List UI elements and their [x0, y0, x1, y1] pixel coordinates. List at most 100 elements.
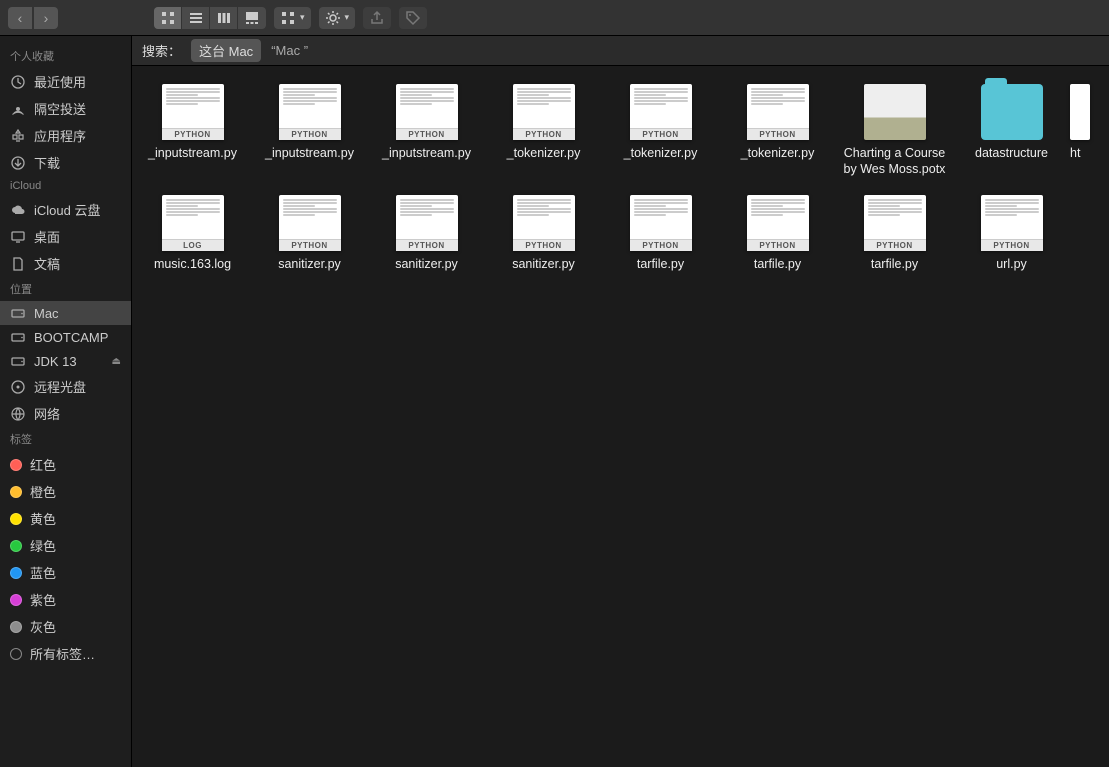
- list-icon: [188, 10, 204, 26]
- file-item[interactable]: PYTHON_inputstream.py: [251, 80, 368, 181]
- sidebar-item-label: 所有标签…: [30, 644, 95, 663]
- airdrop-icon: [10, 101, 26, 117]
- sidebar-item-label: 橙色: [30, 482, 56, 501]
- sidebar-item[interactable]: 所有标签…: [0, 640, 131, 667]
- tag-dot-icon: [10, 594, 22, 606]
- list-view-button[interactable]: [182, 7, 210, 29]
- chevron-down-icon: ▾: [345, 12, 350, 23]
- disk-icon: [10, 329, 26, 345]
- download-icon: [10, 155, 26, 171]
- sidebar-item[interactable]: 隔空投送: [0, 95, 131, 122]
- file-item[interactable]: LOGmusic.163.log: [134, 191, 251, 277]
- file-item[interactable]: PYTHON_inputstream.py: [368, 80, 485, 181]
- sidebar-item[interactable]: 红色: [0, 451, 131, 478]
- file-item[interactable]: PYTHON_tokenizer.py: [485, 80, 602, 181]
- file-label: tarfile.py: [754, 257, 801, 273]
- file-item[interactable]: PYTHONtarfile.py: [602, 191, 719, 277]
- file-item[interactable]: PYTHONurl.py: [953, 191, 1070, 277]
- nav-forward-button[interactable]: ›: [34, 7, 58, 29]
- search-label: 搜索：: [142, 41, 181, 60]
- sidebar-item[interactable]: 黄色: [0, 505, 131, 532]
- file-item[interactable]: PYTHONsanitizer.py: [251, 191, 368, 277]
- gallery-view-button[interactable]: [238, 7, 266, 29]
- sidebar-item-label: JDK 13: [34, 354, 77, 369]
- sidebar-item-label: 蓝色: [30, 563, 56, 582]
- tags-button[interactable]: [399, 7, 427, 29]
- scope-this-mac[interactable]: 这台 Mac: [191, 39, 261, 62]
- column-view-button[interactable]: [210, 7, 238, 29]
- tag-dot-icon: [10, 621, 22, 633]
- python-file-icon: PYTHON: [747, 84, 809, 140]
- file-label: url.py: [996, 257, 1027, 273]
- file-item[interactable]: PYTHON_tokenizer.py: [719, 80, 836, 181]
- share-button[interactable]: [363, 7, 391, 29]
- sidebar-section-title: 位置: [0, 277, 131, 301]
- tag-icon: [405, 10, 421, 26]
- icon-view-button[interactable]: [154, 7, 182, 29]
- sidebar-item-label: 最近使用: [34, 72, 86, 91]
- file-label: _inputstream.py: [382, 146, 471, 162]
- sidebar-item[interactable]: 最近使用: [0, 68, 131, 95]
- sidebar-item[interactable]: 灰色: [0, 613, 131, 640]
- sidebar-item-label: 黄色: [30, 509, 56, 528]
- scope-current-folder[interactable]: “Mac ”: [271, 43, 308, 58]
- sidebar-item[interactable]: Mac: [0, 301, 131, 325]
- content-area: 搜索： 这台 Mac “Mac ” PYTHON_inputstream.pyP…: [131, 36, 1109, 767]
- file-item[interactable]: PYTHON _tokenizer.py: [602, 80, 719, 181]
- file-label: sanitizer.py: [395, 257, 458, 273]
- sidebar-item[interactable]: 紫色: [0, 586, 131, 613]
- sidebar-item-label: 隔空投送: [34, 99, 86, 118]
- file-item[interactable]: PYTHONtarfile.py: [836, 191, 953, 277]
- share-icon: [369, 10, 385, 26]
- sidebar-item[interactable]: 文稿: [0, 250, 131, 277]
- log-file-icon: LOG: [162, 195, 224, 251]
- sidebar-item[interactable]: BOOTCAMP: [0, 325, 131, 349]
- file-item[interactable]: PYTHONtarfile.py: [719, 191, 836, 277]
- file-item[interactable]: ht: [1070, 80, 1109, 181]
- python-file-icon: PYTHON: [630, 84, 692, 140]
- sidebar-item[interactable]: 绿色: [0, 532, 131, 559]
- group-icon: [280, 10, 296, 26]
- sidebar-item-label: 下载: [34, 153, 60, 172]
- file-label: _tokenizer.py: [624, 146, 698, 162]
- action-button[interactable]: ▾: [319, 7, 356, 29]
- eject-icon[interactable]: ⏏: [112, 356, 121, 367]
- partial-file-icon: [1070, 84, 1090, 140]
- sidebar-item[interactable]: 远程光盘: [0, 373, 131, 400]
- sidebar-item[interactable]: JDK 13 ⏏: [0, 349, 131, 373]
- file-item[interactable]: PYTHONsanitizer.py: [485, 191, 602, 277]
- file-label: _tokenizer.py: [507, 146, 581, 162]
- file-item[interactable]: PYTHON sanitizer.py: [368, 191, 485, 277]
- sidebar-item-label: 网络: [34, 404, 60, 423]
- group-by-button[interactable]: ▾: [274, 7, 311, 29]
- cloud-icon: [10, 202, 26, 218]
- python-file-icon: PYTHON: [162, 84, 224, 140]
- sidebar: 个人收藏最近使用隔空投送应用程序下载iCloudiCloud 云盘桌面文稿位置M…: [0, 36, 131, 767]
- nav-buttons: ‹ ›: [8, 7, 58, 29]
- sidebar-item-label: 桌面: [34, 227, 60, 246]
- sidebar-section-title: iCloud: [0, 176, 131, 196]
- sidebar-item-label: 应用程序: [34, 126, 86, 145]
- apps-icon: [10, 128, 26, 144]
- gear-icon: [325, 10, 341, 26]
- disk-icon: [10, 353, 26, 369]
- file-item[interactable]: datastructure: [953, 80, 1070, 181]
- tag-dot-icon: [10, 459, 22, 471]
- search-scope-bar: 搜索： 这台 Mac “Mac ”: [132, 36, 1109, 66]
- file-item[interactable]: Charting a Course by Wes Moss.potx: [836, 80, 953, 181]
- file-label: ht: [1070, 146, 1080, 162]
- sidebar-item[interactable]: iCloud 云盘: [0, 196, 131, 223]
- file-item[interactable]: PYTHON_inputstream.py: [134, 80, 251, 181]
- view-mode-group: [154, 7, 266, 29]
- sidebar-item-label: 红色: [30, 455, 56, 474]
- sidebar-item[interactable]: 桌面: [0, 223, 131, 250]
- sidebar-item[interactable]: 网络: [0, 400, 131, 427]
- python-file-icon: PYTHON: [513, 195, 575, 251]
- sidebar-item-label: iCloud 云盘: [34, 200, 100, 219]
- sidebar-item[interactable]: 下载: [0, 149, 131, 176]
- nav-back-button[interactable]: ‹: [8, 7, 32, 29]
- sidebar-item[interactable]: 橙色: [0, 478, 131, 505]
- python-file-icon: PYTHON: [396, 195, 458, 251]
- sidebar-item[interactable]: 应用程序: [0, 122, 131, 149]
- sidebar-item[interactable]: 蓝色: [0, 559, 131, 586]
